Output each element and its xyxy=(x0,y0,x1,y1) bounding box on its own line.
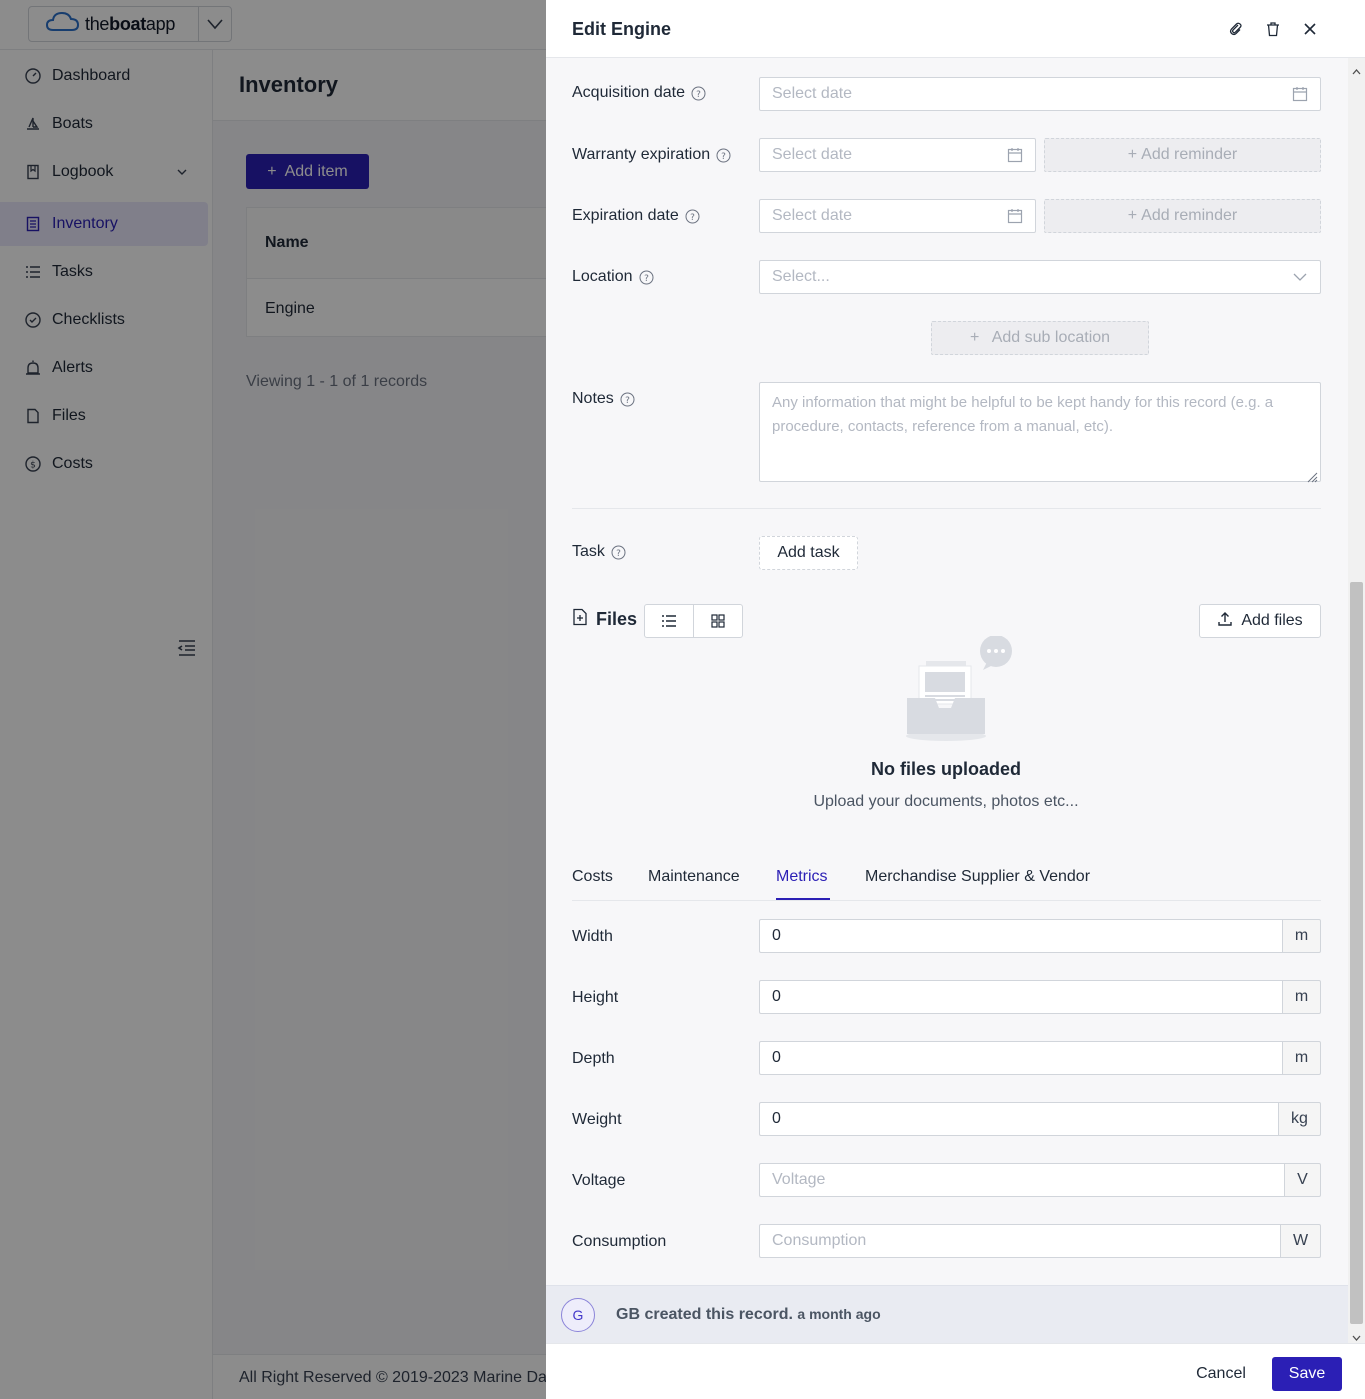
files-view-toggle xyxy=(644,604,743,638)
depth-label: Depth xyxy=(572,1050,615,1067)
svg-text:?: ? xyxy=(625,396,630,406)
depth-field: m xyxy=(759,1041,1321,1075)
svg-text:?: ? xyxy=(721,152,726,162)
width-unit: m xyxy=(1282,919,1321,953)
warranty-add-reminder-button[interactable]: + Add reminder xyxy=(1044,138,1321,172)
voltage-field: V xyxy=(759,1163,1321,1197)
help-icon[interactable]: ? xyxy=(611,545,626,560)
edit-drawer: Edit Engine Acquisition date ? Select da… xyxy=(546,0,1365,1399)
drawer-title: Edit Engine xyxy=(572,19,671,39)
tab-metrics[interactable]: Metrics xyxy=(776,868,828,886)
weight-unit: kg xyxy=(1278,1102,1321,1136)
trash-icon[interactable] xyxy=(1262,18,1284,40)
resize-handle-icon[interactable] xyxy=(1306,467,1318,483)
empty-inbox-icon xyxy=(901,635,1021,746)
plus-icon: + xyxy=(969,329,980,346)
expiration-date-picker[interactable]: Select date xyxy=(759,199,1036,233)
svg-text:?: ? xyxy=(690,213,695,223)
plus-icon: + xyxy=(1127,207,1138,224)
width-input[interactable] xyxy=(759,919,1282,953)
cancel-button[interactable]: Cancel xyxy=(1181,1358,1261,1390)
created-by-text: GB created this record. a month ago xyxy=(616,1306,881,1323)
upload-icon xyxy=(1217,611,1233,632)
svg-text:?: ? xyxy=(616,549,621,559)
file-add-icon xyxy=(572,608,588,631)
svg-text:?: ? xyxy=(644,274,649,284)
depth-input[interactable] xyxy=(759,1041,1282,1075)
add-files-button[interactable]: Add files xyxy=(1199,604,1321,638)
width-field: m xyxy=(759,919,1321,953)
files-section-title: Files xyxy=(572,608,637,631)
help-icon[interactable]: ? xyxy=(620,392,635,407)
notes-label: Notes ? xyxy=(572,390,635,408)
divider xyxy=(572,508,1321,509)
created-timestamp: a month ago xyxy=(797,1306,881,1322)
consumption-field: W xyxy=(759,1224,1321,1258)
drawer-body: Acquisition date ? Select date Warranty … xyxy=(546,58,1348,1285)
expiration-date-label: Expiration date ? xyxy=(572,207,700,225)
tab-merchandise-supplier-vendor[interactable]: Merchandise Supplier & Vendor xyxy=(865,868,1090,886)
calendar-icon xyxy=(1292,86,1308,102)
width-label: Width xyxy=(572,928,613,945)
consumption-input[interactable] xyxy=(759,1224,1280,1258)
paperclip-icon[interactable] xyxy=(1225,18,1247,40)
close-icon[interactable] xyxy=(1299,18,1321,40)
chevron-down-icon xyxy=(1292,269,1308,285)
height-unit: m xyxy=(1282,980,1321,1014)
add-task-button[interactable]: Add task xyxy=(759,536,858,570)
height-field: m xyxy=(759,980,1321,1014)
grid-view-icon[interactable] xyxy=(693,605,742,637)
task-label: Task ? xyxy=(572,543,626,561)
acquisition-date-picker[interactable]: Select date xyxy=(759,77,1321,111)
acquisition-date-label: Acquisition date ? xyxy=(572,84,706,102)
plus-icon: + xyxy=(1127,146,1138,163)
svg-text:?: ? xyxy=(696,90,701,100)
warranty-date-picker[interactable]: Select date xyxy=(759,138,1036,172)
scrollbar-thumb[interactable] xyxy=(1350,582,1363,1324)
tab-costs[interactable]: Costs xyxy=(572,868,613,886)
warranty-expiration-label: Warranty expiration ? xyxy=(572,146,731,164)
height-label: Height xyxy=(572,989,619,1006)
calendar-icon xyxy=(1007,208,1023,224)
add-sub-location-button[interactable]: + Add sub location xyxy=(931,321,1149,355)
drawer-header: Edit Engine xyxy=(546,0,1365,58)
active-tab-indicator xyxy=(776,898,830,900)
location-label: Location ? xyxy=(572,268,654,286)
empty-files-subtitle: Upload your documents, photos etc... xyxy=(813,793,1079,810)
avatar: G xyxy=(561,1298,595,1332)
help-icon[interactable]: ? xyxy=(716,148,731,163)
depth-unit: m xyxy=(1282,1041,1321,1075)
list-view-icon[interactable] xyxy=(645,605,693,637)
drawer-footer: Cancel Save xyxy=(546,1343,1365,1399)
expiration-add-reminder-button[interactable]: + Add reminder xyxy=(1044,199,1321,233)
record-history: G GB created this record. a month ago xyxy=(546,1285,1348,1343)
consumption-unit: W xyxy=(1280,1224,1321,1258)
empty-files-title: No files uploaded xyxy=(870,759,1021,779)
help-icon[interactable]: ? xyxy=(685,209,700,224)
drawer-scrollbar[interactable] xyxy=(1348,58,1365,1343)
detail-tabs: Costs Maintenance Metrics Merchandise Su… xyxy=(572,858,1321,901)
location-select[interactable]: Select... xyxy=(759,260,1321,294)
help-icon[interactable]: ? xyxy=(639,270,654,285)
weight-input[interactable] xyxy=(759,1102,1278,1136)
height-input[interactable] xyxy=(759,980,1282,1014)
voltage-label: Voltage xyxy=(572,1172,626,1189)
voltage-input[interactable] xyxy=(759,1163,1284,1197)
tab-maintenance[interactable]: Maintenance xyxy=(648,868,740,886)
weight-label: Weight xyxy=(572,1111,622,1128)
notes-textarea[interactable]: Any information that might be helpful to… xyxy=(759,382,1321,483)
save-button[interactable]: Save xyxy=(1272,1357,1342,1391)
consumption-label: Consumption xyxy=(572,1233,667,1250)
voltage-unit: V xyxy=(1284,1163,1321,1197)
help-icon[interactable]: ? xyxy=(691,86,706,101)
weight-field: kg xyxy=(759,1102,1321,1136)
calendar-icon xyxy=(1007,147,1023,163)
scroll-up-arrow-icon[interactable] xyxy=(1352,62,1361,80)
